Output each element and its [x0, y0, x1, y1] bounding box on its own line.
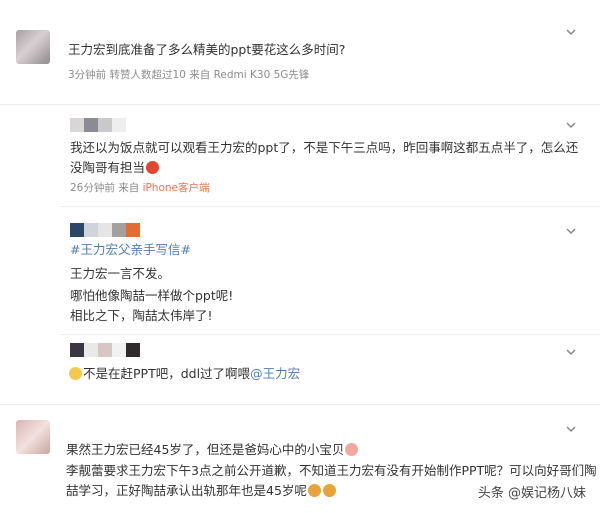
- comment-text-wrap: 不是在赶PPT吧，ddl过了啊喂@王力宏: [68, 364, 300, 384]
- emoji-icon: [322, 484, 336, 497]
- blurred-username: [70, 223, 140, 237]
- comment-meta: 26分钟前 来自 iPhone客户端: [70, 181, 210, 195]
- watermark: 头条 @娱记杨八妹: [477, 486, 586, 501]
- comment-text-line2: 李靓蕾要求王力宏下午3点之前公开道歉，不知道王力宏有没有开始制作PPT呢？可以向…: [66, 463, 597, 478]
- divider: [60, 206, 600, 207]
- comment-meta: 3分钟前 转赞人数超过10 来自 Redmi K30 5G先锋: [68, 68, 309, 82]
- blurred-username: [70, 343, 140, 357]
- comment-from-label: 来自: [189, 69, 211, 81]
- comment-text-line1: 我还以为饭点就可以观看王力宏的ppt了，不是下午三点吗，昨回事啊这都五点半了，怎…: [70, 140, 579, 155]
- comment-text-line1: 果然王力宏已经45岁了，但还是爸妈心中的小宝贝: [66, 442, 345, 457]
- comment-feed: 王力宏到底准备了多么精美的ppt要花这么多时间? 3分钟前 转赞人数超过10 来…: [0, 0, 600, 513]
- comment-text: 王力宏到底准备了多么精美的ppt要花这么多时间?: [68, 42, 346, 57]
- chevron-down-icon[interactable]: [566, 349, 576, 359]
- comment-text: 不是在赶PPT吧，ddl过了啊喂: [83, 366, 251, 381]
- blurred-username: [70, 118, 126, 132]
- chevron-down-icon[interactable]: [566, 228, 576, 238]
- comment-from-label: 来自: [118, 182, 140, 194]
- comment-repost-count: 转赞人数超过10: [109, 69, 186, 81]
- comment-text-line2-wrap: 没陶哥有担当: [70, 158, 160, 178]
- chevron-down-icon[interactable]: [566, 426, 576, 436]
- hashtag-link[interactable]: #王力宏父亲手写信#: [70, 240, 191, 260]
- comment-device[interactable]: iPhone客户端: [143, 182, 210, 194]
- comment-text-line3: 喆学习，正好陶喆承认出轨那年也是45岁呢: [66, 483, 307, 498]
- divider: [0, 104, 600, 105]
- divider: [60, 334, 600, 335]
- comment-time: 26分钟前: [70, 182, 115, 194]
- comment-text-line3: 相比之下，陶喆太伟岸了!: [70, 308, 213, 323]
- chevron-down-icon[interactable]: [566, 122, 576, 132]
- comment-text-line1-wrap: 果然王力宏已经45岁了，但还是爸妈心中的小宝贝: [66, 440, 359, 460]
- chevron-down-icon[interactable]: [566, 29, 576, 39]
- avatar[interactable]: [16, 30, 50, 64]
- avatar[interactable]: [16, 420, 50, 454]
- emoji-icon: [345, 443, 359, 456]
- comment-text-line2: 没陶哥有担当: [70, 160, 146, 175]
- comment-device[interactable]: Redmi K30 5G先锋: [214, 69, 310, 81]
- emoji-icon: [69, 367, 82, 380]
- comment-time: 3分钟前: [68, 69, 107, 81]
- comment-text-line1: 王力宏一言不发。: [70, 266, 171, 281]
- divider: [0, 404, 600, 405]
- mention-link[interactable]: @王力宏: [250, 366, 300, 381]
- emoji-icon: [307, 484, 321, 497]
- emoji-icon: [146, 161, 160, 174]
- comment-text-line3-wrap: 喆学习，正好陶喆承认出轨那年也是45岁呢: [66, 481, 337, 501]
- comment-text-line2: 哪怕他像陶喆一样做个ppt呢!: [70, 288, 234, 303]
